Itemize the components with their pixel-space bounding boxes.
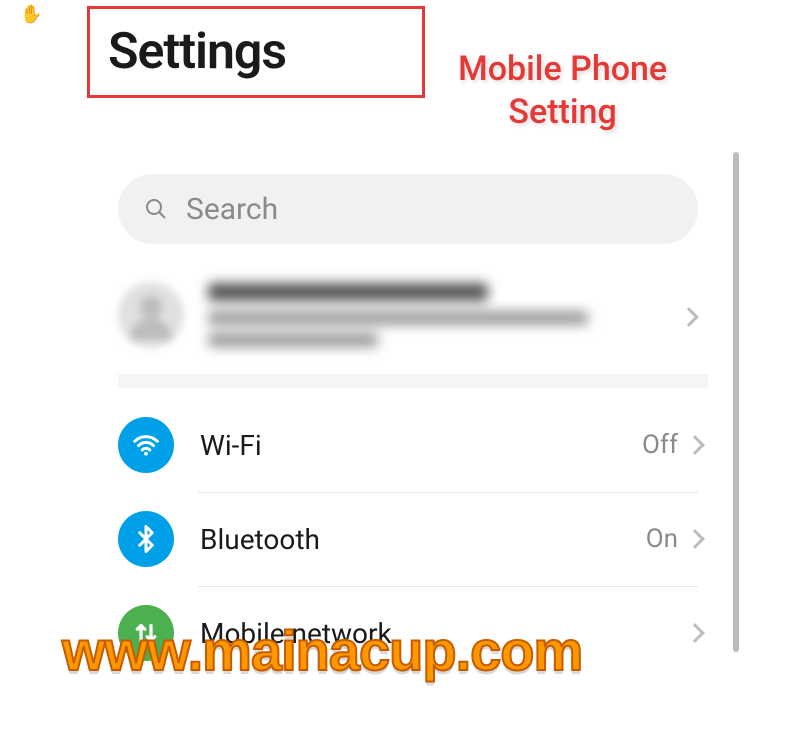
search-input[interactable]: Search bbox=[118, 174, 698, 244]
title-highlight-box: Settings bbox=[87, 6, 425, 98]
chevron-right-icon bbox=[685, 435, 705, 455]
wifi-label: Wi-Fi bbox=[200, 429, 642, 462]
account-row[interactable] bbox=[118, 274, 708, 388]
wifi-row[interactable]: Wi-Fi Off bbox=[118, 398, 708, 492]
bluetooth-row[interactable]: Bluetooth On bbox=[118, 492, 708, 586]
bluetooth-value: On bbox=[646, 524, 678, 554]
annotation-line-1: Mobile Phone bbox=[458, 49, 667, 89]
page-title: Settings bbox=[108, 23, 286, 81]
annotation-label: Mobile Phone Setting bbox=[458, 48, 667, 133]
settings-content: Search Wi-Fi Off Blueto bbox=[118, 174, 718, 680]
search-placeholder: Search bbox=[186, 192, 278, 227]
bluetooth-label: Bluetooth bbox=[200, 523, 646, 556]
avatar-icon bbox=[118, 282, 184, 348]
search-icon bbox=[144, 197, 168, 221]
account-text-blurred bbox=[208, 283, 708, 347]
bluetooth-icon bbox=[118, 511, 174, 567]
watermark-text: www.mainacup.com bbox=[62, 618, 582, 683]
wifi-value: Off bbox=[642, 430, 678, 460]
chevron-right-icon bbox=[685, 623, 705, 643]
grab-cursor-icon: ✋ bbox=[20, 4, 42, 25]
row-divider bbox=[198, 586, 698, 587]
row-divider bbox=[198, 492, 698, 493]
chevron-right-icon bbox=[685, 529, 705, 549]
wifi-icon bbox=[118, 417, 174, 473]
scrollbar[interactable] bbox=[733, 152, 739, 652]
annotation-line-2: Setting bbox=[508, 92, 616, 132]
